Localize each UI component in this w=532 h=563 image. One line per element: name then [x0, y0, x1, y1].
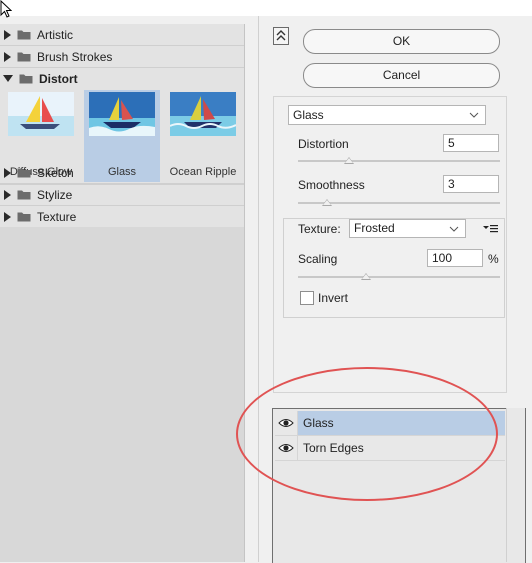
category-brush-strokes[interactable]: Brush Strokes [0, 46, 244, 68]
layers-scrollbar[interactable] [506, 408, 525, 562]
effect-layer-glass[interactable]: Glass [275, 411, 505, 436]
title-strip [0, 0, 532, 16]
tree-empty-area [0, 227, 244, 562]
folder-icon [17, 30, 31, 40]
arrow-cursor-icon [0, 0, 13, 21]
expand-arrow-icon[interactable] [4, 211, 11, 222]
cancel-button[interactable]: Cancel [303, 63, 500, 88]
category-distort[interactable]: Distort [0, 68, 244, 89]
scaling-input[interactable]: 100 [427, 249, 483, 267]
effect-layer-torn-edges[interactable]: Torn Edges [275, 436, 505, 461]
category-artistic[interactable]: Artistic [0, 24, 244, 46]
chevron-down-icon [469, 112, 479, 118]
chevron-down-icon [449, 226, 459, 232]
category-label: Sketch [37, 165, 74, 180]
ok-button[interactable]: OK [303, 29, 500, 54]
expand-arrow-icon[interactable] [4, 167, 11, 178]
distortion-input[interactable]: 5 [443, 134, 499, 152]
scaling-label: Scaling [298, 252, 338, 266]
texture-select[interactable]: Frosted [349, 219, 466, 238]
folder-icon [17, 212, 31, 222]
ocean-ripple-preview [170, 92, 236, 136]
layer-name: Torn Edges [303, 441, 364, 455]
category-label: Texture [37, 209, 77, 224]
eye-icon[interactable] [275, 411, 298, 435]
category-texture[interactable]: Texture [0, 206, 244, 228]
invert-label: Invert [318, 291, 349, 305]
smoothness-slider-thumb[interactable] [322, 199, 332, 206]
folder-open-icon [19, 74, 33, 84]
filter-type-value: Glass [293, 108, 324, 122]
category-stylize[interactable]: Stylize [0, 184, 244, 206]
category-label: Brush Strokes [37, 49, 113, 64]
panel-menu-icon[interactable] [483, 223, 499, 237]
folder-icon [17, 190, 31, 200]
filter-gallery-tree: Artistic Brush Strokes Distort Diffuse G… [0, 24, 245, 562]
eye-icon[interactable] [275, 436, 298, 460]
effect-layers-panel: Glass Torn Edges [272, 408, 526, 563]
diffuse-glow-preview [8, 92, 74, 136]
distortion-label: Distortion [298, 137, 349, 151]
category-sketch[interactable]: Sketch [0, 162, 244, 184]
category-label: Stylize [37, 187, 73, 202]
scaling-slider-track[interactable] [298, 276, 500, 278]
smoothness-label: Smoothness [298, 178, 365, 192]
distortion-slider-thumb[interactable] [344, 157, 354, 164]
filter-type-select[interactable]: Glass [288, 105, 486, 125]
collapse-up-icon[interactable] [273, 27, 289, 45]
category-label: Artistic [37, 27, 73, 42]
expand-arrow-icon[interactable] [4, 189, 11, 200]
glass-preview [89, 92, 155, 136]
expand-arrow-icon[interactable] [4, 29, 11, 40]
distortion-slider-track[interactable] [298, 160, 500, 162]
texture-label: Texture: [297, 222, 342, 236]
smoothness-input[interactable]: 3 [443, 175, 499, 193]
folder-icon [17, 52, 31, 62]
invert-checkbox[interactable] [300, 291, 314, 305]
expand-arrow-icon[interactable] [4, 51, 11, 62]
folder-icon [17, 168, 31, 178]
collapse-arrow-icon[interactable] [3, 75, 13, 82]
category-label: Distort [39, 71, 78, 86]
scaling-slider-thumb[interactable] [361, 273, 371, 280]
scaling-unit: % [488, 252, 499, 266]
layer-name: Glass [303, 416, 334, 430]
texture-value: Frosted [354, 221, 395, 235]
